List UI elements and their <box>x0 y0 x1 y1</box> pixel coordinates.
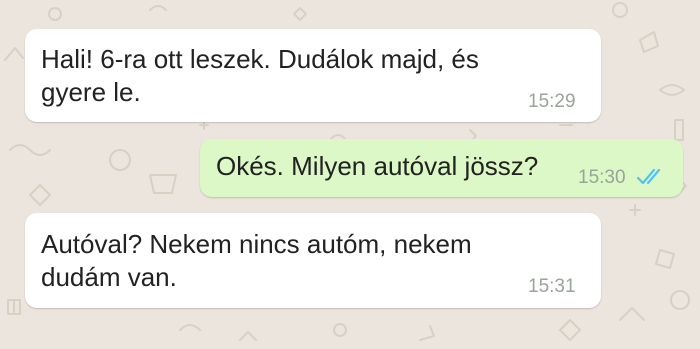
chat-background: Hali! 6-ra ott leszek. Dudálok majd, és … <box>0 0 700 349</box>
message-timestamp: 15:31 <box>528 276 576 297</box>
message-text: Hali! 6-ra ott leszek. Dudálok majd, és … <box>41 44 479 107</box>
message-bubble-incoming[interactable]: Hali! 6-ra ott leszek. Dudálok majd, és … <box>25 29 601 122</box>
read-double-check-icon <box>636 168 661 185</box>
message-text: Autóval? Nekem nincs autóm, nekem dudám … <box>41 229 472 292</box>
message-bubble-incoming[interactable]: Autóval? Nekem nincs autóm, nekem dudám … <box>25 213 601 308</box>
message-timestamp: 15:30 <box>578 167 626 188</box>
message-timestamp: 15:29 <box>528 91 576 112</box>
message-text: Okés. Milyen autóval jössz? <box>216 151 539 181</box>
message-bubble-outgoing[interactable]: Okés. Milyen autóval jössz? 15:30 <box>200 139 683 197</box>
